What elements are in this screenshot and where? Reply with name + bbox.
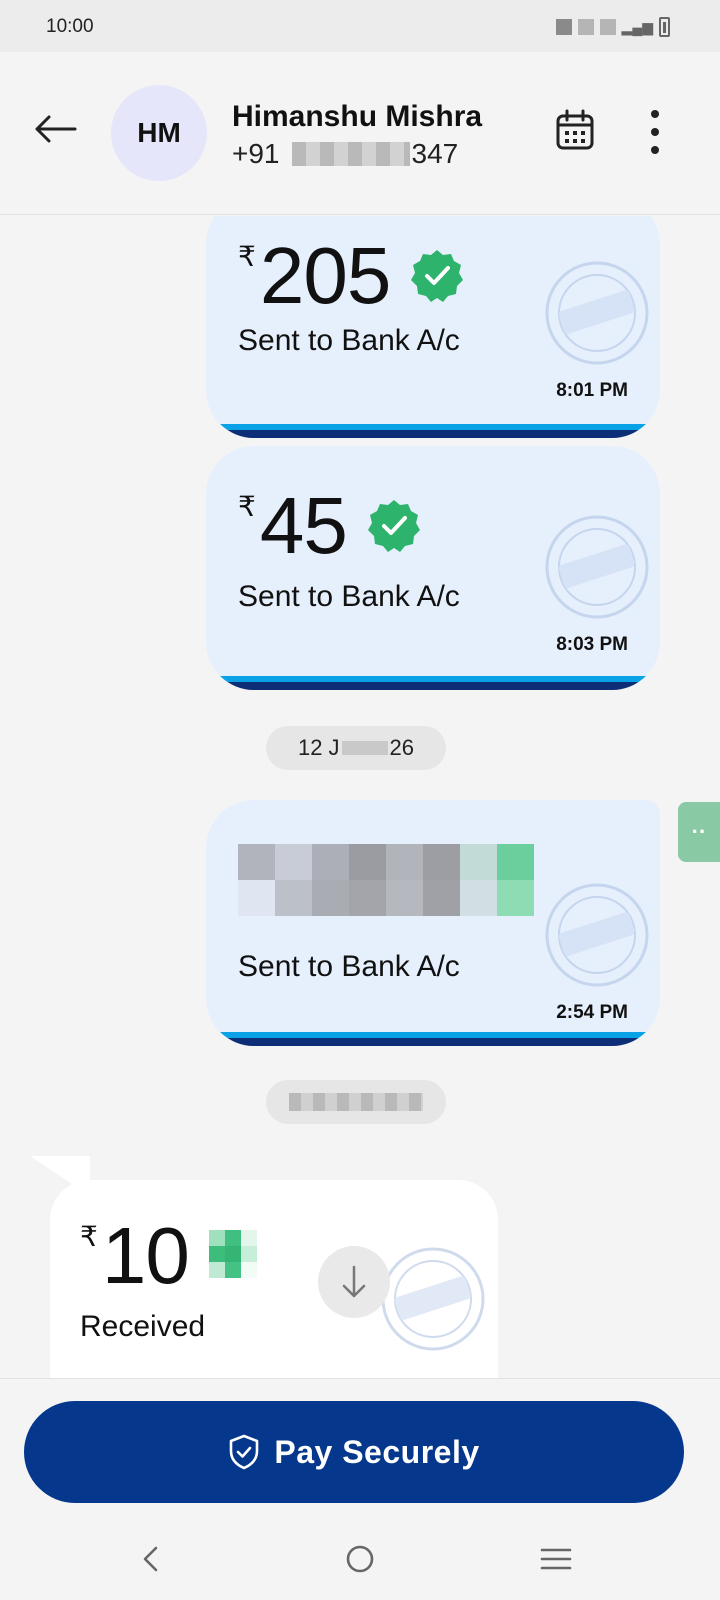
currency-symbol: ₹ (238, 241, 256, 272)
avatar[interactable]: HM (111, 85, 207, 181)
contact-phone: +91 347 (232, 138, 458, 170)
verified-badge-icon (411, 250, 464, 302)
chevron-left-icon (143, 1546, 158, 1572)
more-options-button[interactable] (640, 110, 670, 154)
pay-securely-button[interactable]: Pay Securely (24, 1401, 684, 1503)
phone-redaction (291, 142, 410, 166)
date-text: 26 (389, 735, 415, 760)
phone-prefix: +91 (232, 138, 280, 169)
currency-symbol: ₹ (238, 491, 256, 522)
status-icon (577, 19, 594, 35)
payment-card[interactable]: ₹ 45 Sent to Bank A/c 8:03 PM (206, 446, 660, 690)
date-separator (266, 1080, 446, 1124)
signal-icon: ▂▄▆ (621, 18, 653, 35)
paytm-seal-icon (545, 515, 649, 619)
card-stripe (206, 1032, 660, 1046)
amount-row: ₹ 10 (80, 1216, 257, 1296)
status-icons: ▂▄▆ (555, 17, 670, 37)
chat-header: HM Himanshu Mishra +91 347 (0, 52, 720, 215)
contact-name[interactable]: Himanshu Mishra (232, 100, 482, 134)
payment-card[interactable]: ₹ 205 Sent to Bank A/c 8:01 PM (206, 216, 660, 438)
nav-back-button[interactable] (120, 1529, 180, 1589)
pay-button-label: Pay Securely (274, 1433, 480, 1470)
nav-home-button[interactable] (330, 1529, 390, 1589)
more-vertical-icon (651, 110, 659, 118)
transaction-label: Sent to Bank A/c (238, 324, 460, 357)
amount-row: ₹ 45 (238, 486, 421, 566)
chat-thread[interactable]: ₹ 205 Sent to Bank A/c 8:01 PM ₹ 45 Sent… (0, 216, 720, 1378)
verified-badge-icon (367, 500, 420, 552)
amount-redaction (238, 844, 534, 916)
menu-icon (540, 1548, 572, 1570)
amount: 45 (259, 481, 348, 570)
home-circle-icon (346, 1545, 374, 1573)
status-bar: 10:00 ▂▄▆ (0, 0, 720, 52)
payment-card[interactable]: Sent to Bank A/c 2:54 PM (206, 800, 660, 1046)
card-stripe (206, 424, 660, 438)
back-button[interactable] (28, 102, 82, 156)
amount: 205 (259, 231, 391, 320)
nav-menu-button[interactable] (526, 1529, 586, 1589)
card-stripe (206, 676, 660, 690)
paytm-seal-icon (545, 883, 649, 987)
more-vertical-icon (651, 146, 659, 154)
verified-badge-icon (208, 1230, 257, 1278)
status-icon (599, 19, 616, 35)
currency-symbol: ₹ (80, 1221, 98, 1252)
paytm-seal-icon (381, 1247, 485, 1351)
more-vertical-icon (651, 128, 659, 136)
arrow-left-icon (35, 115, 77, 143)
received-card[interactable]: ₹ 10 Received (50, 1180, 498, 1378)
status-icon (555, 19, 572, 35)
side-panel-handle[interactable]: ·· (678, 802, 720, 862)
transaction-label: Received (80, 1310, 206, 1343)
more-horizontal-icon: ·· (691, 819, 707, 844)
scroll-down-button[interactable] (318, 1246, 390, 1318)
date-text: 12 J (297, 735, 340, 760)
transaction-time: 2:54 PM (556, 1002, 628, 1023)
amount-row: ₹ 205 (238, 236, 464, 316)
transaction-time: 8:03 PM (556, 634, 628, 655)
paytm-seal-icon (545, 261, 649, 365)
bottom-bar: Pay Securely (0, 1378, 720, 1600)
phone-suffix: 347 (411, 138, 459, 169)
date-separator: 12 J 26 (266, 726, 446, 770)
calendar-button[interactable] (555, 108, 595, 152)
arrow-down-icon (342, 1265, 366, 1298)
status-time: 10:00 (46, 16, 94, 37)
date-redaction (341, 741, 388, 755)
shield-check-icon (230, 1434, 259, 1470)
transaction-time: 8:01 PM (556, 380, 628, 401)
amount: 10 (101, 1211, 190, 1300)
system-nav-bar (0, 1499, 720, 1600)
transaction-label: Sent to Bank A/c (238, 950, 460, 983)
calendar-icon (556, 109, 594, 150)
transaction-label: Sent to Bank A/c (238, 580, 460, 613)
battery-icon (659, 17, 670, 37)
date-redaction (289, 1093, 423, 1111)
